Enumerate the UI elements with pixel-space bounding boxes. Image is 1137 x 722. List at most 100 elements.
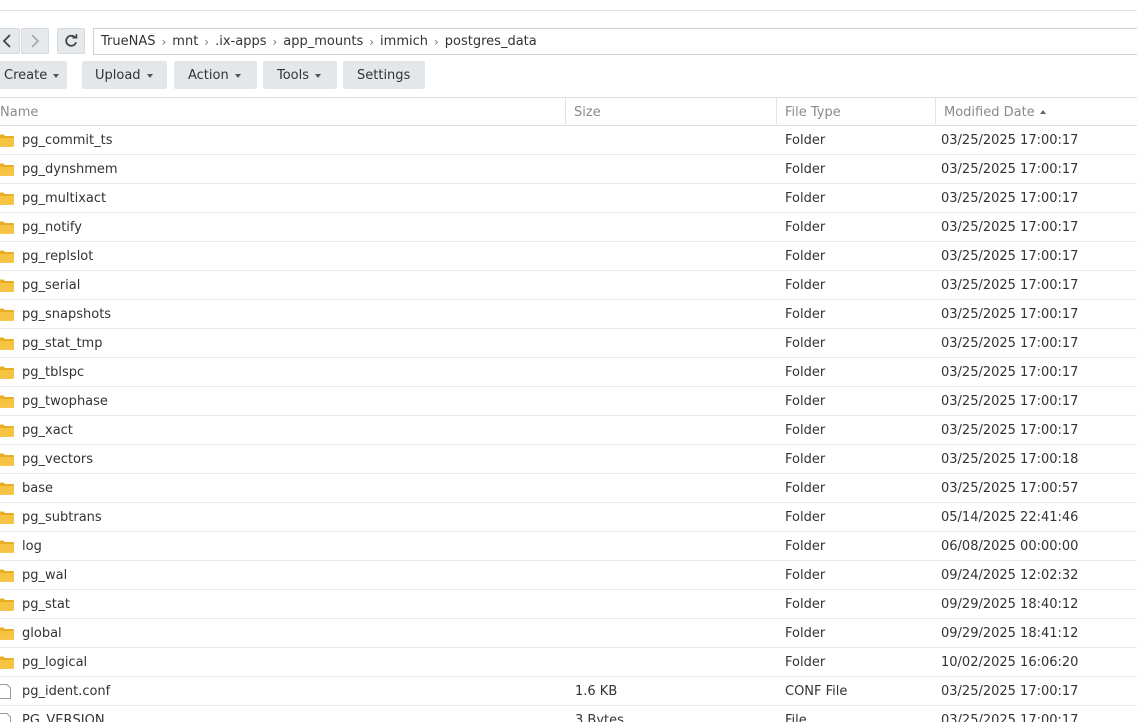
column-header-modified-date-label: Modified Date [944, 104, 1035, 120]
file-modified-date: 03/25/2025 17:00:17 [941, 306, 1079, 322]
file-row[interactable]: base Folder 03/25/2025 17:00:57 [0, 474, 1137, 503]
caret-down-icon [234, 73, 241, 78]
tools-button[interactable]: Tools [263, 61, 337, 89]
folder-icon [0, 271, 14, 299]
folder-icon [0, 416, 14, 444]
file-modified-date: 03/25/2025 17:00:17 [941, 248, 1079, 264]
file-row[interactable]: pg_stat_tmp Folder 03/25/2025 17:00:17 [0, 329, 1137, 358]
file-row[interactable]: global Folder 09/29/2025 18:41:12 [0, 619, 1137, 648]
file-name: pg_twophase [22, 393, 108, 409]
back-button[interactable] [0, 28, 20, 54]
create-button-label: Create [4, 67, 48, 83]
folder-icon [0, 474, 14, 502]
chevron-right-icon [31, 34, 40, 48]
file-type: Folder [785, 451, 826, 467]
upload-button[interactable]: Upload [82, 61, 167, 89]
folder-icon [0, 648, 14, 676]
file-row[interactable]: pg_subtrans Folder 05/14/2025 22:41:46 [0, 503, 1137, 532]
file-type: Folder [785, 219, 826, 235]
breadcrumb-mnt[interactable]: mnt [172, 34, 198, 49]
file-row[interactable]: pg_snapshots Folder 03/25/2025 17:00:17 [0, 300, 1137, 329]
file-name: pg_tblspc [22, 364, 85, 380]
file-row[interactable]: pg_vectors Folder 03/25/2025 17:00:18 [0, 445, 1137, 474]
file-modified-date: 03/25/2025 17:00:17 [941, 422, 1079, 438]
file-name: log [22, 538, 42, 554]
column-header-file-type[interactable]: File Type [777, 98, 936, 126]
file-modified-date: 03/25/2025 17:00:17 [941, 712, 1079, 722]
file-row[interactable]: pg_stat Folder 09/29/2025 18:40:12 [0, 590, 1137, 619]
file-row[interactable]: log Folder 06/08/2025 00:00:00 [0, 532, 1137, 561]
file-modified-date: 03/25/2025 17:00:17 [941, 132, 1079, 148]
breadcrumb-separator-icon: › [161, 34, 167, 49]
upload-button-label: Upload [95, 67, 141, 83]
file-name: global [22, 625, 62, 641]
file-type: Folder [785, 596, 826, 612]
folder-icon [0, 387, 14, 415]
file-modified-date: 03/25/2025 17:00:17 [941, 161, 1079, 177]
settings-button-label: Settings [357, 67, 411, 83]
breadcrumb-truenas[interactable]: TrueNAS [101, 34, 155, 49]
breadcrumb-immich[interactable]: immich [380, 34, 428, 49]
folder-icon [0, 155, 14, 183]
caret-down-icon [53, 73, 60, 78]
create-button[interactable]: Create [0, 61, 67, 89]
file-name: PG_VERSION [22, 712, 105, 722]
file-modified-date: 03/25/2025 17:00:17 [941, 364, 1079, 380]
forward-button[interactable] [21, 28, 49, 54]
file-row[interactable]: pg_tblspc Folder 03/25/2025 17:00:17 [0, 358, 1137, 387]
file-icon [0, 677, 14, 705]
path-bar[interactable]: TrueNAS › mnt › .ix-apps › app_mounts › … [93, 28, 1137, 55]
file-modified-date: 03/25/2025 17:00:17 [941, 277, 1079, 293]
file-row[interactable]: pg_dynshmem Folder 03/25/2025 17:00:17 [0, 155, 1137, 184]
file-list: pg_commit_ts Folder 03/25/2025 17:00:17 … [0, 126, 1137, 722]
file-type: Folder [785, 509, 826, 525]
file-row[interactable]: pg_ident.conf 1.6 KB CONF File 03/25/202… [0, 677, 1137, 706]
file-type: File [785, 712, 807, 722]
file-modified-date: 03/25/2025 17:00:17 [941, 219, 1079, 235]
file-row[interactable]: pg_multixact Folder 03/25/2025 17:00:17 [0, 184, 1137, 213]
folder-icon [0, 561, 14, 589]
file-type: Folder [785, 161, 826, 177]
file-name: base [22, 480, 53, 496]
file-type: Folder [785, 625, 826, 641]
file-row[interactable]: pg_twophase Folder 03/25/2025 17:00:17 [0, 387, 1137, 416]
column-header-name[interactable]: Name [0, 98, 566, 126]
settings-button[interactable]: Settings [343, 61, 425, 89]
file-row[interactable]: pg_commit_ts Folder 03/25/2025 17:00:17 [0, 126, 1137, 155]
file-modified-date: 03/25/2025 17:00:17 [941, 190, 1079, 206]
column-header-size[interactable]: Size [566, 98, 777, 126]
file-type: Folder [785, 335, 826, 351]
file-name: pg_serial [22, 277, 81, 293]
file-row[interactable]: pg_xact Folder 03/25/2025 17:00:17 [0, 416, 1137, 445]
folder-icon [0, 619, 14, 647]
file-type: Folder [785, 364, 826, 380]
file-name: pg_subtrans [22, 509, 102, 525]
file-size: 1.6 KB [575, 683, 618, 699]
folder-icon [0, 358, 14, 386]
file-row[interactable]: pg_replslot Folder 03/25/2025 17:00:17 [0, 242, 1137, 271]
breadcrumb-postgres-data[interactable]: postgres_data [445, 34, 537, 49]
file-name: pg_stat_tmp [22, 335, 103, 351]
file-row[interactable]: pg_notify Folder 03/25/2025 17:00:17 [0, 213, 1137, 242]
file-name: pg_wal [22, 567, 68, 583]
column-header-modified-date[interactable]: Modified Date [936, 98, 1137, 126]
file-name: pg_replslot [22, 248, 94, 264]
action-button[interactable]: Action [174, 61, 257, 89]
file-row[interactable]: pg_serial Folder 03/25/2025 17:00:17 [0, 271, 1137, 300]
file-name: pg_snapshots [22, 306, 112, 322]
breadcrumb-ix-apps[interactable]: .ix-apps [215, 34, 266, 49]
folder-icon [0, 126, 14, 154]
file-name: pg_vectors [22, 451, 94, 467]
file-type: Folder [785, 306, 826, 322]
folder-icon [0, 590, 14, 618]
folder-icon [0, 300, 14, 328]
breadcrumb-app-mounts[interactable]: app_mounts [283, 34, 363, 49]
refresh-button[interactable] [57, 28, 85, 54]
file-row[interactable]: PG_VERSION 3 Bytes File 03/25/2025 17:00… [0, 706, 1137, 722]
file-modified-date: 06/08/2025 00:00:00 [941, 538, 1079, 554]
file-type: Folder [785, 480, 826, 496]
file-modified-date: 10/02/2025 16:06:20 [941, 654, 1079, 670]
file-row[interactable]: pg_logical Folder 10/02/2025 16:06:20 [0, 648, 1137, 677]
file-row[interactable]: pg_wal Folder 09/24/2025 12:02:32 [0, 561, 1137, 590]
file-name: pg_stat [22, 596, 70, 612]
